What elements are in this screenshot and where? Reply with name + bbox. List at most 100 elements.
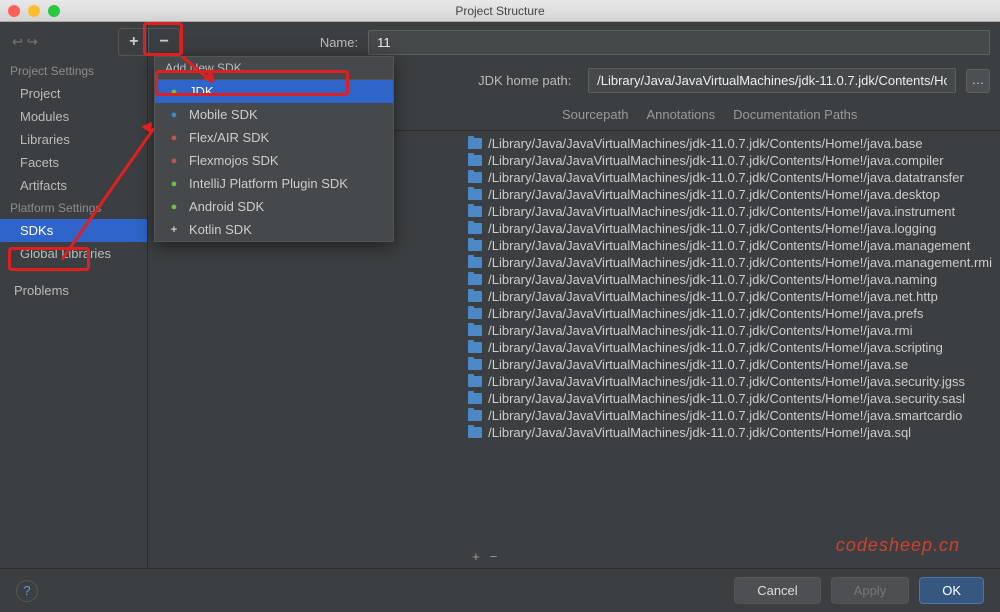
classpath-row[interactable]: /Library/Java/JavaVirtualMachines/jdk-11… (468, 254, 992, 271)
folder-icon (468, 223, 482, 234)
popup-item-jdk[interactable]: ● JDK (155, 80, 393, 103)
apply-button[interactable]: Apply (831, 577, 910, 604)
tab-sourcepath[interactable]: Sourcepath (554, 103, 637, 126)
popup-item-label: Mobile SDK (189, 107, 258, 122)
add-sdk-popup: Add New SDK ● JDK ● Mobile SDK ● Flex/AIR SDK… (154, 56, 394, 242)
classpath-text: /Library/Java/JavaVirtualMachines/jdk-11… (488, 391, 965, 406)
classpath-text: /Library/Java/JavaVirtualMachines/jdk-11… (488, 323, 912, 338)
sdk-type-icon: ● (167, 177, 181, 191)
sidebar-item-modules[interactable]: Modules (0, 105, 147, 128)
nav-forward-icon[interactable]: ↪ (27, 34, 38, 50)
sidebar-item-problems[interactable]: Problems (0, 279, 147, 302)
classpath-row[interactable]: /Library/Java/JavaVirtualMachines/jdk-11… (468, 322, 992, 339)
classpath-row[interactable]: /Library/Java/JavaVirtualMachines/jdk-11… (468, 356, 992, 373)
sdk-name-input[interactable] (368, 30, 990, 55)
sidebar-item-global-libraries[interactable]: Global Libraries (0, 242, 147, 265)
classpath-text: /Library/Java/JavaVirtualMachines/jdk-11… (488, 289, 938, 304)
folder-icon (468, 410, 482, 421)
classpath-text: /Library/Java/JavaVirtualMachines/jdk-11… (488, 238, 970, 253)
sdk-type-icon: ● (167, 154, 181, 168)
classpath-row[interactable]: /Library/Java/JavaVirtualMachines/jdk-11… (468, 288, 992, 305)
popup-item-flexmojos-sdk[interactable]: ● Flexmojos SDK (155, 149, 393, 172)
classpath-row[interactable]: /Library/Java/JavaVirtualMachines/jdk-11… (468, 186, 992, 203)
home-path-label: JDK home path: (478, 73, 578, 88)
popup-item-mobile-sdk[interactable]: ● Mobile SDK (155, 103, 393, 126)
folder-icon (468, 257, 482, 268)
popup-header: Add New SDK (155, 57, 393, 80)
classpath-row[interactable]: /Library/Java/JavaVirtualMachines/jdk-11… (468, 237, 992, 254)
classpath-row[interactable]: /Library/Java/JavaVirtualMachines/jdk-11… (468, 339, 992, 356)
sidebar: ↩ ↪ Project Settings Project Modules Lib… (0, 22, 148, 568)
classpath-row[interactable]: /Library/Java/JavaVirtualMachines/jdk-11… (468, 390, 992, 407)
popup-item-kotlin-sdk[interactable]: +Kotlin SDK (155, 218, 393, 241)
classpath-row[interactable]: /Library/Java/JavaVirtualMachines/jdk-11… (468, 220, 992, 237)
dialog-footer: ? Cancel Apply OK (0, 568, 1000, 612)
minimize-icon[interactable] (28, 5, 40, 17)
classpath-text: /Library/Java/JavaVirtualMachines/jdk-11… (488, 306, 923, 321)
sidebar-item-facets[interactable]: Facets (0, 151, 147, 174)
folder-icon (468, 376, 482, 387)
folder-icon (468, 240, 482, 251)
name-label: Name: (320, 35, 358, 50)
classpath-text: /Library/Java/JavaVirtualMachines/jdk-11… (488, 408, 962, 423)
sidebar-item-artifacts[interactable]: Artifacts (0, 174, 147, 197)
popup-item-label: Kotlin SDK (189, 222, 252, 237)
classpath-row[interactable]: /Library/Java/JavaVirtualMachines/jdk-11… (468, 271, 992, 288)
window-controls (8, 5, 60, 17)
folder-icon (468, 427, 482, 438)
classpath-add-button[interactable]: + (472, 549, 480, 564)
sdk-type-icon: ● (167, 108, 181, 122)
folder-icon (468, 308, 482, 319)
folder-icon (468, 359, 482, 370)
classpath-row[interactable]: /Library/Java/JavaVirtualMachines/jdk-11… (468, 203, 992, 220)
sidebar-item-sdks[interactable]: SDKs (0, 219, 147, 242)
classpath-row[interactable]: /Library/Java/JavaVirtualMachines/jdk-11… (468, 424, 992, 441)
classpath-text: /Library/Java/JavaVirtualMachines/jdk-11… (488, 255, 992, 270)
help-button[interactable]: ? (16, 580, 38, 602)
popup-item-flex-air-sdk[interactable]: ● Flex/AIR SDK (155, 126, 393, 149)
sidebar-item-project[interactable]: Project (0, 82, 147, 105)
browse-button[interactable]: … (966, 69, 990, 93)
classpath-text: /Library/Java/JavaVirtualMachines/jdk-11… (488, 340, 943, 355)
folder-icon (468, 155, 482, 166)
close-icon[interactable] (8, 5, 20, 17)
sdk-type-icon: ● (167, 200, 181, 214)
home-path-input[interactable] (588, 68, 956, 93)
popup-item-android-sdk[interactable]: ● Android SDK (155, 195, 393, 218)
folder-icon (468, 172, 482, 183)
classpath-row[interactable]: /Library/Java/JavaVirtualMachines/jdk-11… (468, 135, 992, 152)
folder-icon (468, 393, 482, 404)
folder-icon (468, 291, 482, 302)
folder-icon (468, 342, 482, 353)
tab-documentation-paths[interactable]: Documentation Paths (725, 103, 865, 126)
nav-back-icon[interactable]: ↩ (12, 34, 23, 50)
popup-item-intellij-platform-plugin-sdk[interactable]: ● IntelliJ Platform Plugin SDK (155, 172, 393, 195)
maximize-icon[interactable] (48, 5, 60, 17)
remove-sdk-button[interactable]: − (148, 29, 178, 55)
classpath-row[interactable]: /Library/Java/JavaVirtualMachines/jdk-11… (468, 305, 992, 322)
popup-item-label: Flexmojos SDK (189, 153, 279, 168)
classpath-text: /Library/Java/JavaVirtualMachines/jdk-11… (488, 153, 943, 168)
sdk-type-icon: ● (167, 131, 181, 145)
folder-icon (468, 325, 482, 336)
folder-icon (468, 189, 482, 200)
cancel-button[interactable]: Cancel (734, 577, 820, 604)
popup-item-label: JDK (189, 84, 214, 99)
folder-icon (468, 206, 482, 217)
sidebar-item-libraries[interactable]: Libraries (0, 128, 147, 151)
classpath-text: /Library/Java/JavaVirtualMachines/jdk-11… (488, 136, 923, 151)
classpath-row[interactable]: /Library/Java/JavaVirtualMachines/jdk-11… (468, 373, 992, 390)
classpath-text: /Library/Java/JavaVirtualMachines/jdk-11… (488, 204, 955, 219)
popup-item-label: Flex/AIR SDK (189, 130, 269, 145)
folder-icon (468, 274, 482, 285)
ok-button[interactable]: OK (919, 577, 984, 604)
tab-annotations[interactable]: Annotations (638, 103, 723, 126)
popup-item-label: Android SDK (189, 199, 264, 214)
classpath-row[interactable]: /Library/Java/JavaVirtualMachines/jdk-11… (468, 407, 992, 424)
classpath-row[interactable]: /Library/Java/JavaVirtualMachines/jdk-11… (468, 169, 992, 186)
add-sdk-button[interactable]: + (119, 29, 148, 55)
popup-item-label: IntelliJ Platform Plugin SDK (189, 176, 348, 191)
classpath-row[interactable]: /Library/Java/JavaVirtualMachines/jdk-11… (468, 152, 992, 169)
classpath-remove-button[interactable]: − (490, 549, 498, 564)
sdk-type-icon: ● (167, 85, 181, 99)
